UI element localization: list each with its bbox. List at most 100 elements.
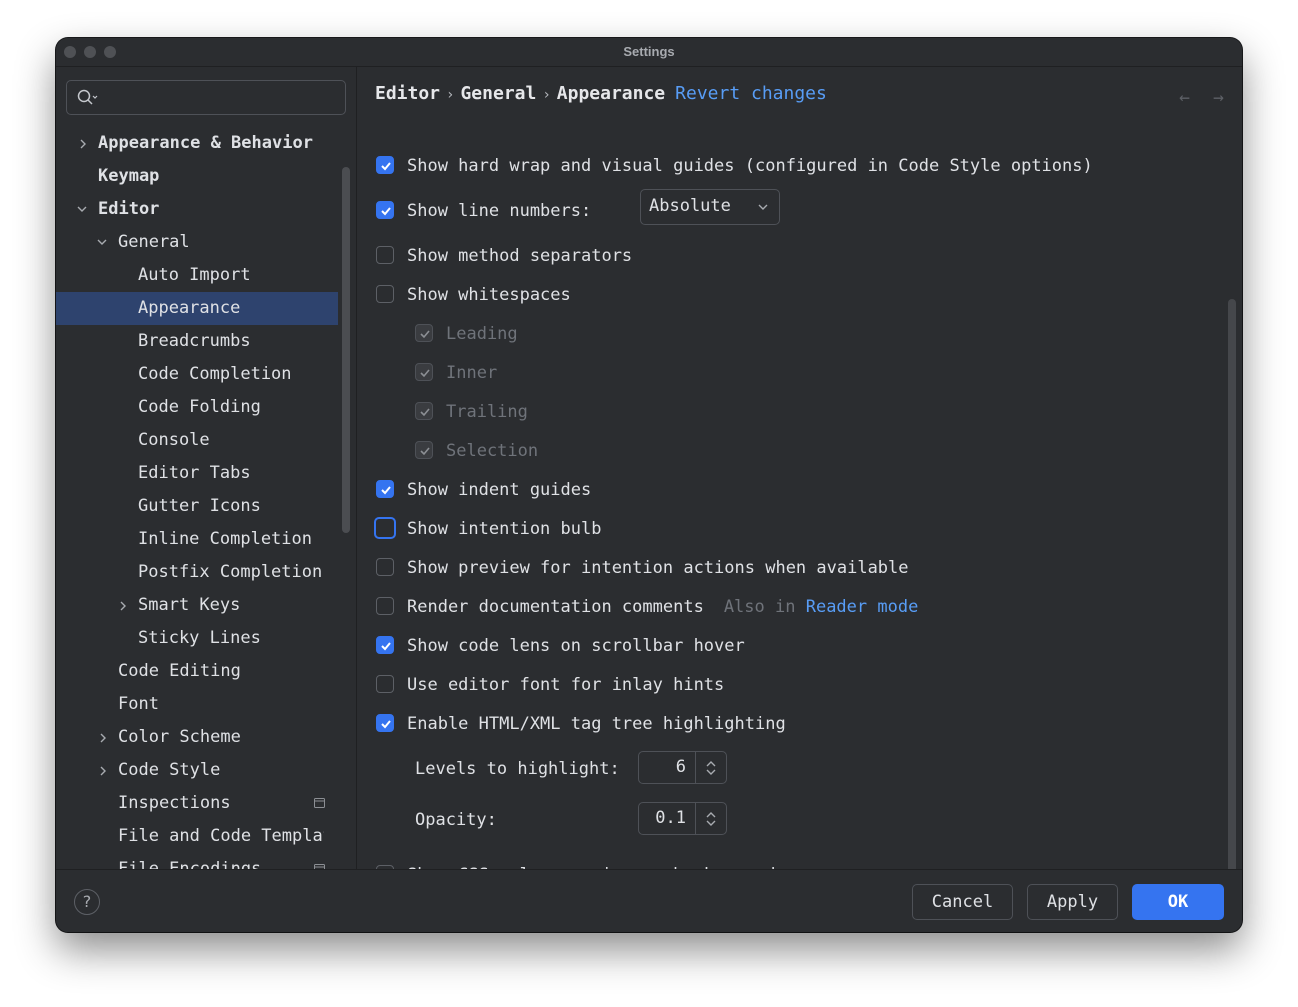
sidebar-item-code-style[interactable]: Code Style xyxy=(56,754,338,787)
settings-sidebar: Appearance & Behavior Keymap Editor Gene… xyxy=(56,67,357,869)
sidebar-item-label: Code Editing xyxy=(118,661,241,681)
sidebar-item-label: Gutter Icons xyxy=(138,496,261,516)
selection-checkbox xyxy=(415,441,433,459)
sidebar-item-label: Auto Import xyxy=(138,265,251,285)
revert-changes-link[interactable]: Revert changes xyxy=(675,83,827,104)
line-numbers-checkbox[interactable] xyxy=(376,201,394,219)
leading-checkbox xyxy=(415,324,433,342)
sidebar-item-label: Code Style xyxy=(118,760,221,780)
sidebar-item-color-scheme[interactable]: Color Scheme xyxy=(56,721,338,754)
main-scrollbar[interactable] xyxy=(1228,299,1236,894)
inner-checkbox xyxy=(415,363,433,381)
spinner-arrows-icon[interactable] xyxy=(705,759,717,777)
sidebar-item-label: Inspections xyxy=(118,793,231,813)
tag-tree-checkbox[interactable] xyxy=(376,714,394,732)
breadcrumb-editor[interactable]: Editor xyxy=(375,83,440,104)
option-label: Use editor font for inlay hints xyxy=(407,675,725,695)
sidebar-item-font[interactable]: Font xyxy=(56,688,338,721)
sidebar-item-inspections[interactable]: Inspections xyxy=(56,787,338,820)
sidebar-item-general[interactable]: General xyxy=(56,226,338,259)
editor-font-inlay-checkbox[interactable] xyxy=(376,675,394,693)
option-label: Show indent guides xyxy=(407,480,592,500)
checkmark-icon xyxy=(420,369,430,378)
sidebar-item-code-editing[interactable]: Code Editing xyxy=(56,655,338,688)
chevron-down-icon[interactable] xyxy=(76,204,88,214)
settings-main-panel: Editor › General › Appearance Revert changes … xyxy=(357,67,1242,894)
line-numbers-dropdown[interactable]: Absolute xyxy=(640,189,780,225)
sidebar-item-breadcrumbs[interactable]: Breadcrumbs xyxy=(56,325,338,358)
sidebar-item-label: Sticky Lines xyxy=(138,628,261,648)
sidebar-item-label: Color Scheme xyxy=(118,727,241,747)
forward-arrow-icon[interactable]: → xyxy=(1213,87,1224,108)
sidebar-item-label: General xyxy=(118,232,190,252)
help-button[interactable]: ? xyxy=(74,889,100,915)
sidebar-scrollbar[interactable] xyxy=(342,167,350,533)
sidebar-item-code-completion[interactable]: Code Completion xyxy=(56,358,338,391)
sidebar-item-file-code-templates[interactable]: File and Code Templates xyxy=(56,820,338,853)
chevron-right-icon[interactable] xyxy=(98,765,108,777)
preview-intention-checkbox[interactable] xyxy=(376,558,394,576)
code-lens-checkbox[interactable] xyxy=(376,636,394,654)
sidebar-item-smart-keys[interactable]: Smart Keys xyxy=(56,589,338,622)
hard-wrap-checkbox[interactable] xyxy=(376,156,394,174)
sidebar-item-label: Appearance xyxy=(138,298,241,318)
chevron-right-icon[interactable] xyxy=(78,138,88,150)
back-arrow-icon[interactable]: ← xyxy=(1179,87,1190,108)
opacity-label: Opacity: xyxy=(415,810,497,830)
option-label: Show preview for intention actions when … xyxy=(407,558,909,578)
sidebar-item-file-encodings[interactable]: File Encodings xyxy=(56,853,338,869)
breadcrumb-separator-icon: › xyxy=(542,87,551,103)
settings-window: Settings Appearance & Behavior Keymap Ed… xyxy=(56,38,1242,932)
title-bar: Settings xyxy=(56,38,1242,67)
option-label: Inner xyxy=(446,363,498,383)
sidebar-item-label: Postfix Completion xyxy=(138,562,323,582)
sidebar-item-label: Editor xyxy=(98,199,160,219)
option-label: Trailing xyxy=(446,402,528,422)
option-label: Show intention bulb xyxy=(407,519,602,539)
reader-mode-link[interactable]: Reader mode xyxy=(806,597,919,617)
sidebar-item-console[interactable]: Console xyxy=(56,424,338,457)
indent-guides-checkbox[interactable] xyxy=(376,480,394,498)
sidebar-item-inline-completion[interactable]: Inline Completion xyxy=(56,523,338,556)
chevron-down-icon[interactable] xyxy=(96,237,108,247)
opacity-spinner[interactable]: 0.1 xyxy=(638,802,727,835)
sidebar-item-code-folding[interactable]: Code Folding xyxy=(56,391,338,424)
breadcrumb-general[interactable]: General xyxy=(460,83,536,104)
chevron-right-icon[interactable] xyxy=(118,600,128,612)
spinner-arrows-icon[interactable] xyxy=(705,810,717,828)
levels-spinner[interactable]: 6 xyxy=(638,751,727,784)
sidebar-item-keymap[interactable]: Keymap xyxy=(56,160,338,193)
sidebar-item-appearance-behavior[interactable]: Appearance & Behavior xyxy=(56,127,338,160)
checkmark-icon xyxy=(381,720,391,729)
sidebar-item-label: Code Completion xyxy=(138,364,292,384)
sidebar-item-gutter-icons[interactable]: Gutter Icons xyxy=(56,490,338,523)
option-label: Show CSS color preview as background xyxy=(407,862,775,869)
sidebar-item-editor-tabs[interactable]: Editor Tabs xyxy=(56,457,338,490)
sidebar-item-editor[interactable]: Editor xyxy=(56,193,338,226)
option-label-group: Render documentation comments Also in Rea… xyxy=(407,594,918,620)
appearance-options: Show hard wrap and visual guides (config… xyxy=(357,117,1222,869)
render-docs-checkbox[interactable] xyxy=(376,597,394,615)
option-label: Show line numbers: xyxy=(407,201,592,221)
checkmark-icon xyxy=(381,642,391,651)
search-input[interactable] xyxy=(66,80,346,115)
sidebar-item-auto-import[interactable]: Auto Import xyxy=(56,259,338,292)
option-label: Show whitespaces xyxy=(407,285,571,305)
sidebar-item-sticky-lines[interactable]: Sticky Lines xyxy=(56,622,338,655)
chevron-down-icon xyxy=(758,204,768,210)
dropdown-value: Absolute xyxy=(649,196,731,216)
trailing-checkbox xyxy=(415,402,433,420)
breadcrumb-separator-icon: › xyxy=(446,87,455,103)
sidebar-item-label: File Encodings xyxy=(118,859,262,869)
chevron-right-icon[interactable] xyxy=(98,732,108,744)
spinner-divider xyxy=(695,803,696,834)
intention-bulb-checkbox[interactable] xyxy=(374,517,396,539)
whitespaces-checkbox[interactable] xyxy=(376,285,394,303)
ok-button[interactable]: OK xyxy=(1132,884,1224,920)
sidebar-item-appearance[interactable]: Appearance xyxy=(56,292,338,325)
sidebar-item-postfix-completion[interactable]: Postfix Completion xyxy=(56,556,338,589)
method-separators-checkbox[interactable] xyxy=(376,246,394,264)
apply-button[interactable]: Apply xyxy=(1027,884,1118,920)
sidebar-item-label: File and Code Templates xyxy=(118,826,324,846)
cancel-button[interactable]: Cancel xyxy=(912,884,1013,920)
